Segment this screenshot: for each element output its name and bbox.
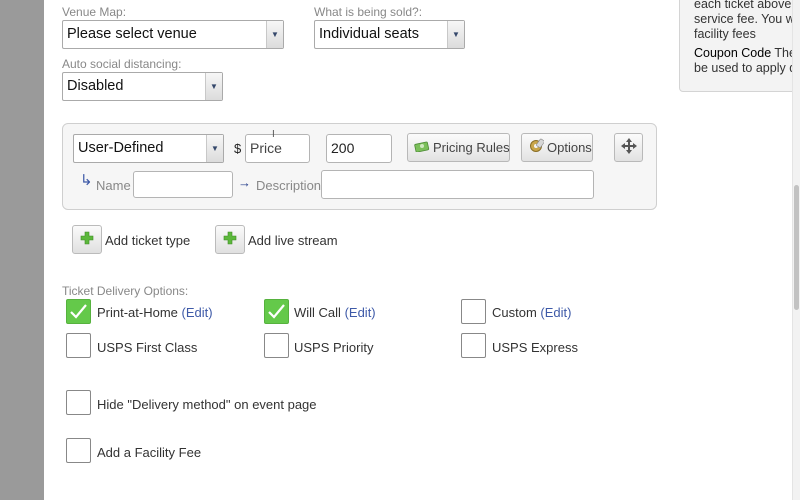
tooltip-line: be used to apply d	[694, 61, 797, 75]
social-distancing-label: Auto social distancing:	[62, 57, 182, 71]
what-sold-label: What is being sold?:	[314, 5, 423, 19]
what-sold-select[interactable]: Individual seats ▼	[314, 20, 465, 49]
custom-edit-link[interactable]: (Edit)	[540, 305, 571, 320]
sub-arrow-icon: ↳	[80, 172, 93, 189]
help-tooltip: each ticket above service fee. You w fac…	[679, 0, 800, 92]
move-arrows-icon	[620, 137, 638, 158]
print-at-home-option: Print-at-Home (Edit)	[97, 305, 213, 320]
chevron-down-icon: ▼	[205, 73, 222, 100]
right-arrow-icon: →	[238, 175, 251, 190]
options-button[interactable]: Options	[521, 133, 593, 162]
custom-option: Custom (Edit)	[492, 305, 571, 320]
price-placeholder: Price	[250, 140, 282, 156]
chevron-down-icon: ▼	[266, 21, 283, 48]
checkmark-icon	[70, 304, 87, 319]
scrollbar-thumb[interactable]	[794, 185, 799, 310]
will-call-option: Will Call (Edit)	[294, 305, 376, 320]
custom-label: Custom	[492, 305, 537, 320]
add-live-stream-label[interactable]: Add live stream	[248, 233, 338, 248]
options-label: Options	[547, 140, 592, 155]
print-at-home-label: Print-at-Home	[97, 305, 178, 320]
venue-map-value: Please select venue	[67, 26, 197, 42]
usps-priority-checkbox[interactable]	[264, 333, 289, 358]
facility-fee-checkbox[interactable]	[66, 438, 91, 463]
facility-fee-label: Add a Facility Fee	[97, 445, 202, 460]
usps-first-class-label: USPS First Class	[97, 340, 198, 355]
venue-map-label: Venue Map:	[62, 5, 127, 19]
gear-icon	[528, 138, 545, 157]
what-sold-value: Individual seats	[319, 26, 419, 42]
ticket-type-value: User-Defined	[78, 140, 164, 156]
quantity-input[interactable]: 200	[326, 134, 392, 163]
plus-icon	[223, 231, 237, 248]
delivery-options-label: Ticket Delivery Options:	[62, 284, 189, 298]
tooltip-line: facility fees	[694, 27, 756, 41]
tooltip-line: each ticket above	[694, 0, 792, 11]
checkmark-icon	[268, 304, 285, 319]
quantity-value: 200	[331, 140, 355, 156]
plus-icon	[80, 231, 94, 248]
move-handle-button[interactable]	[614, 133, 643, 162]
currency-symbol: $	[234, 141, 242, 156]
add-ticket-type-label[interactable]: Add ticket type	[105, 233, 190, 248]
chevron-down-icon: ▼	[206, 135, 223, 162]
price-input[interactable]: Price	[245, 134, 310, 163]
tooltip-line: service fee. You w	[694, 12, 795, 26]
ticket-name-input[interactable]	[133, 171, 233, 198]
money-icon	[414, 140, 430, 155]
left-gutter	[0, 0, 44, 500]
social-distancing-select[interactable]: Disabled ▼	[62, 72, 223, 101]
venue-map-select[interactable]: Please select venue ▼	[62, 20, 284, 49]
text-cursor-icon: I	[272, 129, 275, 140]
custom-checkbox[interactable]	[461, 299, 486, 324]
add-live-stream-button[interactable]	[215, 225, 245, 254]
ticket-type-select[interactable]: User-Defined ▼	[73, 134, 224, 163]
vertical-scrollbar[interactable]	[792, 0, 800, 500]
print-at-home-edit-link[interactable]: (Edit)	[182, 305, 213, 320]
name-label: Name	[96, 178, 131, 193]
print-at-home-checkbox[interactable]	[66, 299, 91, 324]
will-call-checkbox[interactable]	[264, 299, 289, 324]
description-label: Description	[256, 178, 322, 193]
usps-express-checkbox[interactable]	[461, 333, 486, 358]
usps-express-label: USPS Express	[492, 340, 578, 355]
hide-delivery-method-checkbox[interactable]	[66, 390, 91, 415]
usps-priority-label: USPS Priority	[294, 340, 374, 355]
hide-delivery-method-label: Hide "Delivery method" on event page	[97, 397, 317, 412]
social-distancing-value: Disabled	[67, 78, 124, 94]
will-call-label: Will Call	[294, 305, 341, 320]
pricing-rules-button[interactable]: Pricing Rules	[407, 133, 510, 162]
usps-first-class-checkbox[interactable]	[66, 333, 91, 358]
will-call-edit-link[interactable]: (Edit)	[345, 305, 376, 320]
ticket-description-input[interactable]	[321, 170, 594, 199]
pricing-rules-label: Pricing Rules	[433, 140, 510, 155]
tooltip-coupon-title: Coupon Code	[694, 46, 772, 60]
chevron-down-icon: ▼	[447, 21, 464, 48]
add-ticket-type-button[interactable]	[72, 225, 102, 254]
